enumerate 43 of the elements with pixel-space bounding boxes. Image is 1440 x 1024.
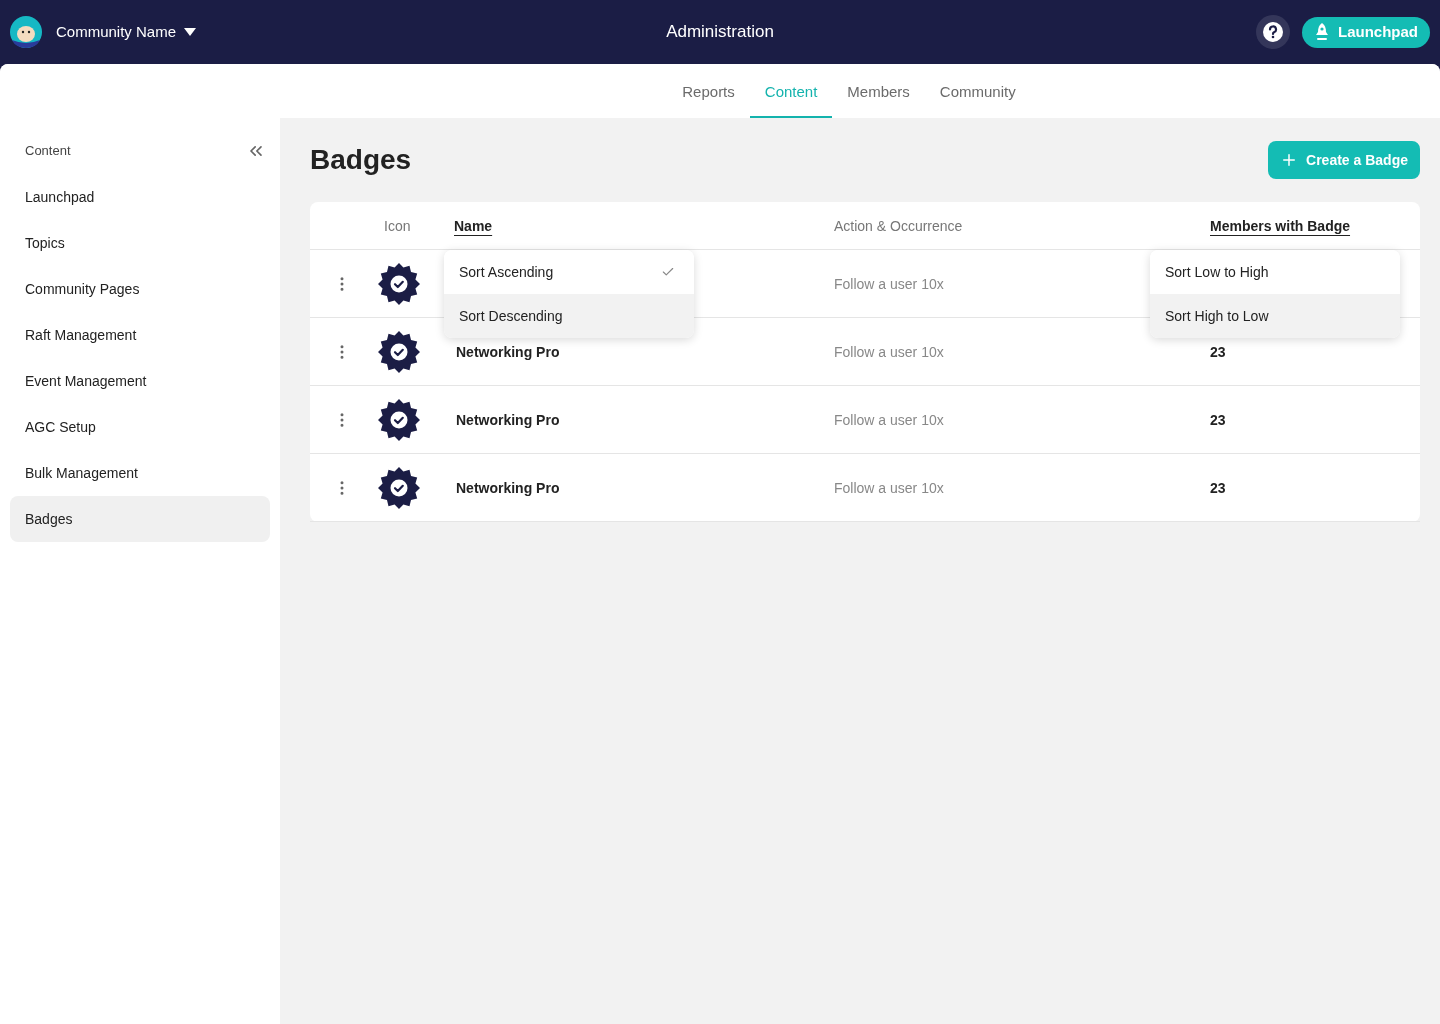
column-header: Icon: [384, 217, 411, 234]
rocket-icon: [1314, 23, 1330, 41]
tab[interactable]: Community: [924, 64, 1031, 118]
help-button[interactable]: [1256, 15, 1290, 49]
caret-icon: [184, 28, 197, 36]
window-title: Administration: [665, 21, 775, 44]
tab[interactable]: Members: [832, 64, 925, 118]
help-icon: [1262, 21, 1284, 43]
member-count: 23: [1210, 411, 1226, 428]
member-count: 23: [1210, 343, 1226, 360]
page-title: Badges: [310, 143, 412, 177]
badge-name: Networking Pro: [456, 411, 560, 428]
badge-icon: [378, 330, 420, 373]
menu-item[interactable]: Sort Descending: [444, 294, 694, 338]
sidebar-item[interactable]: AGC Setup: [10, 404, 270, 450]
badge-name: Networking Pro: [456, 343, 560, 360]
action-text: Follow a user 10x: [834, 343, 944, 360]
sidebar-item[interactable]: Badges: [10, 496, 270, 542]
sidebar-item[interactable]: Event Management: [10, 358, 270, 404]
badge-icon: [378, 262, 420, 305]
column-header[interactable]: Members with Badge: [1210, 217, 1351, 234]
action-text: Follow a user 10x: [834, 479, 944, 496]
sidebar-item[interactable]: Topics: [10, 220, 270, 266]
community-switcher[interactable]: Community Name: [56, 20, 197, 44]
badge-icon: [378, 466, 420, 509]
member-count: 23: [1210, 479, 1226, 496]
check-icon: [661, 265, 675, 279]
tab[interactable]: Reports: [667, 64, 750, 118]
sidebar-heading: Content: [25, 142, 71, 161]
action-text: Follow a user 10x: [834, 411, 944, 428]
sidebar-item[interactable]: Launchpad: [10, 174, 270, 220]
sidebar-item[interactable]: Community Pages: [10, 266, 270, 312]
menu-item[interactable]: Sort High to Low: [1150, 294, 1400, 338]
column-header[interactable]: Name: [454, 217, 493, 234]
badge-name: Networking Pro: [456, 479, 560, 496]
column-header: Action & Occurrence: [834, 217, 963, 234]
badge-icon: [378, 398, 420, 441]
action-text: Follow a user 10x: [834, 275, 944, 292]
sidebar-item[interactable]: Raft Management: [10, 312, 270, 358]
sidebar-item[interactable]: Bulk Management: [10, 450, 270, 496]
menu-item[interactable]: Sort Ascending: [444, 250, 694, 294]
menu-item[interactable]: Sort Low to High: [1150, 250, 1400, 294]
otter-avatar-icon: [10, 16, 42, 48]
